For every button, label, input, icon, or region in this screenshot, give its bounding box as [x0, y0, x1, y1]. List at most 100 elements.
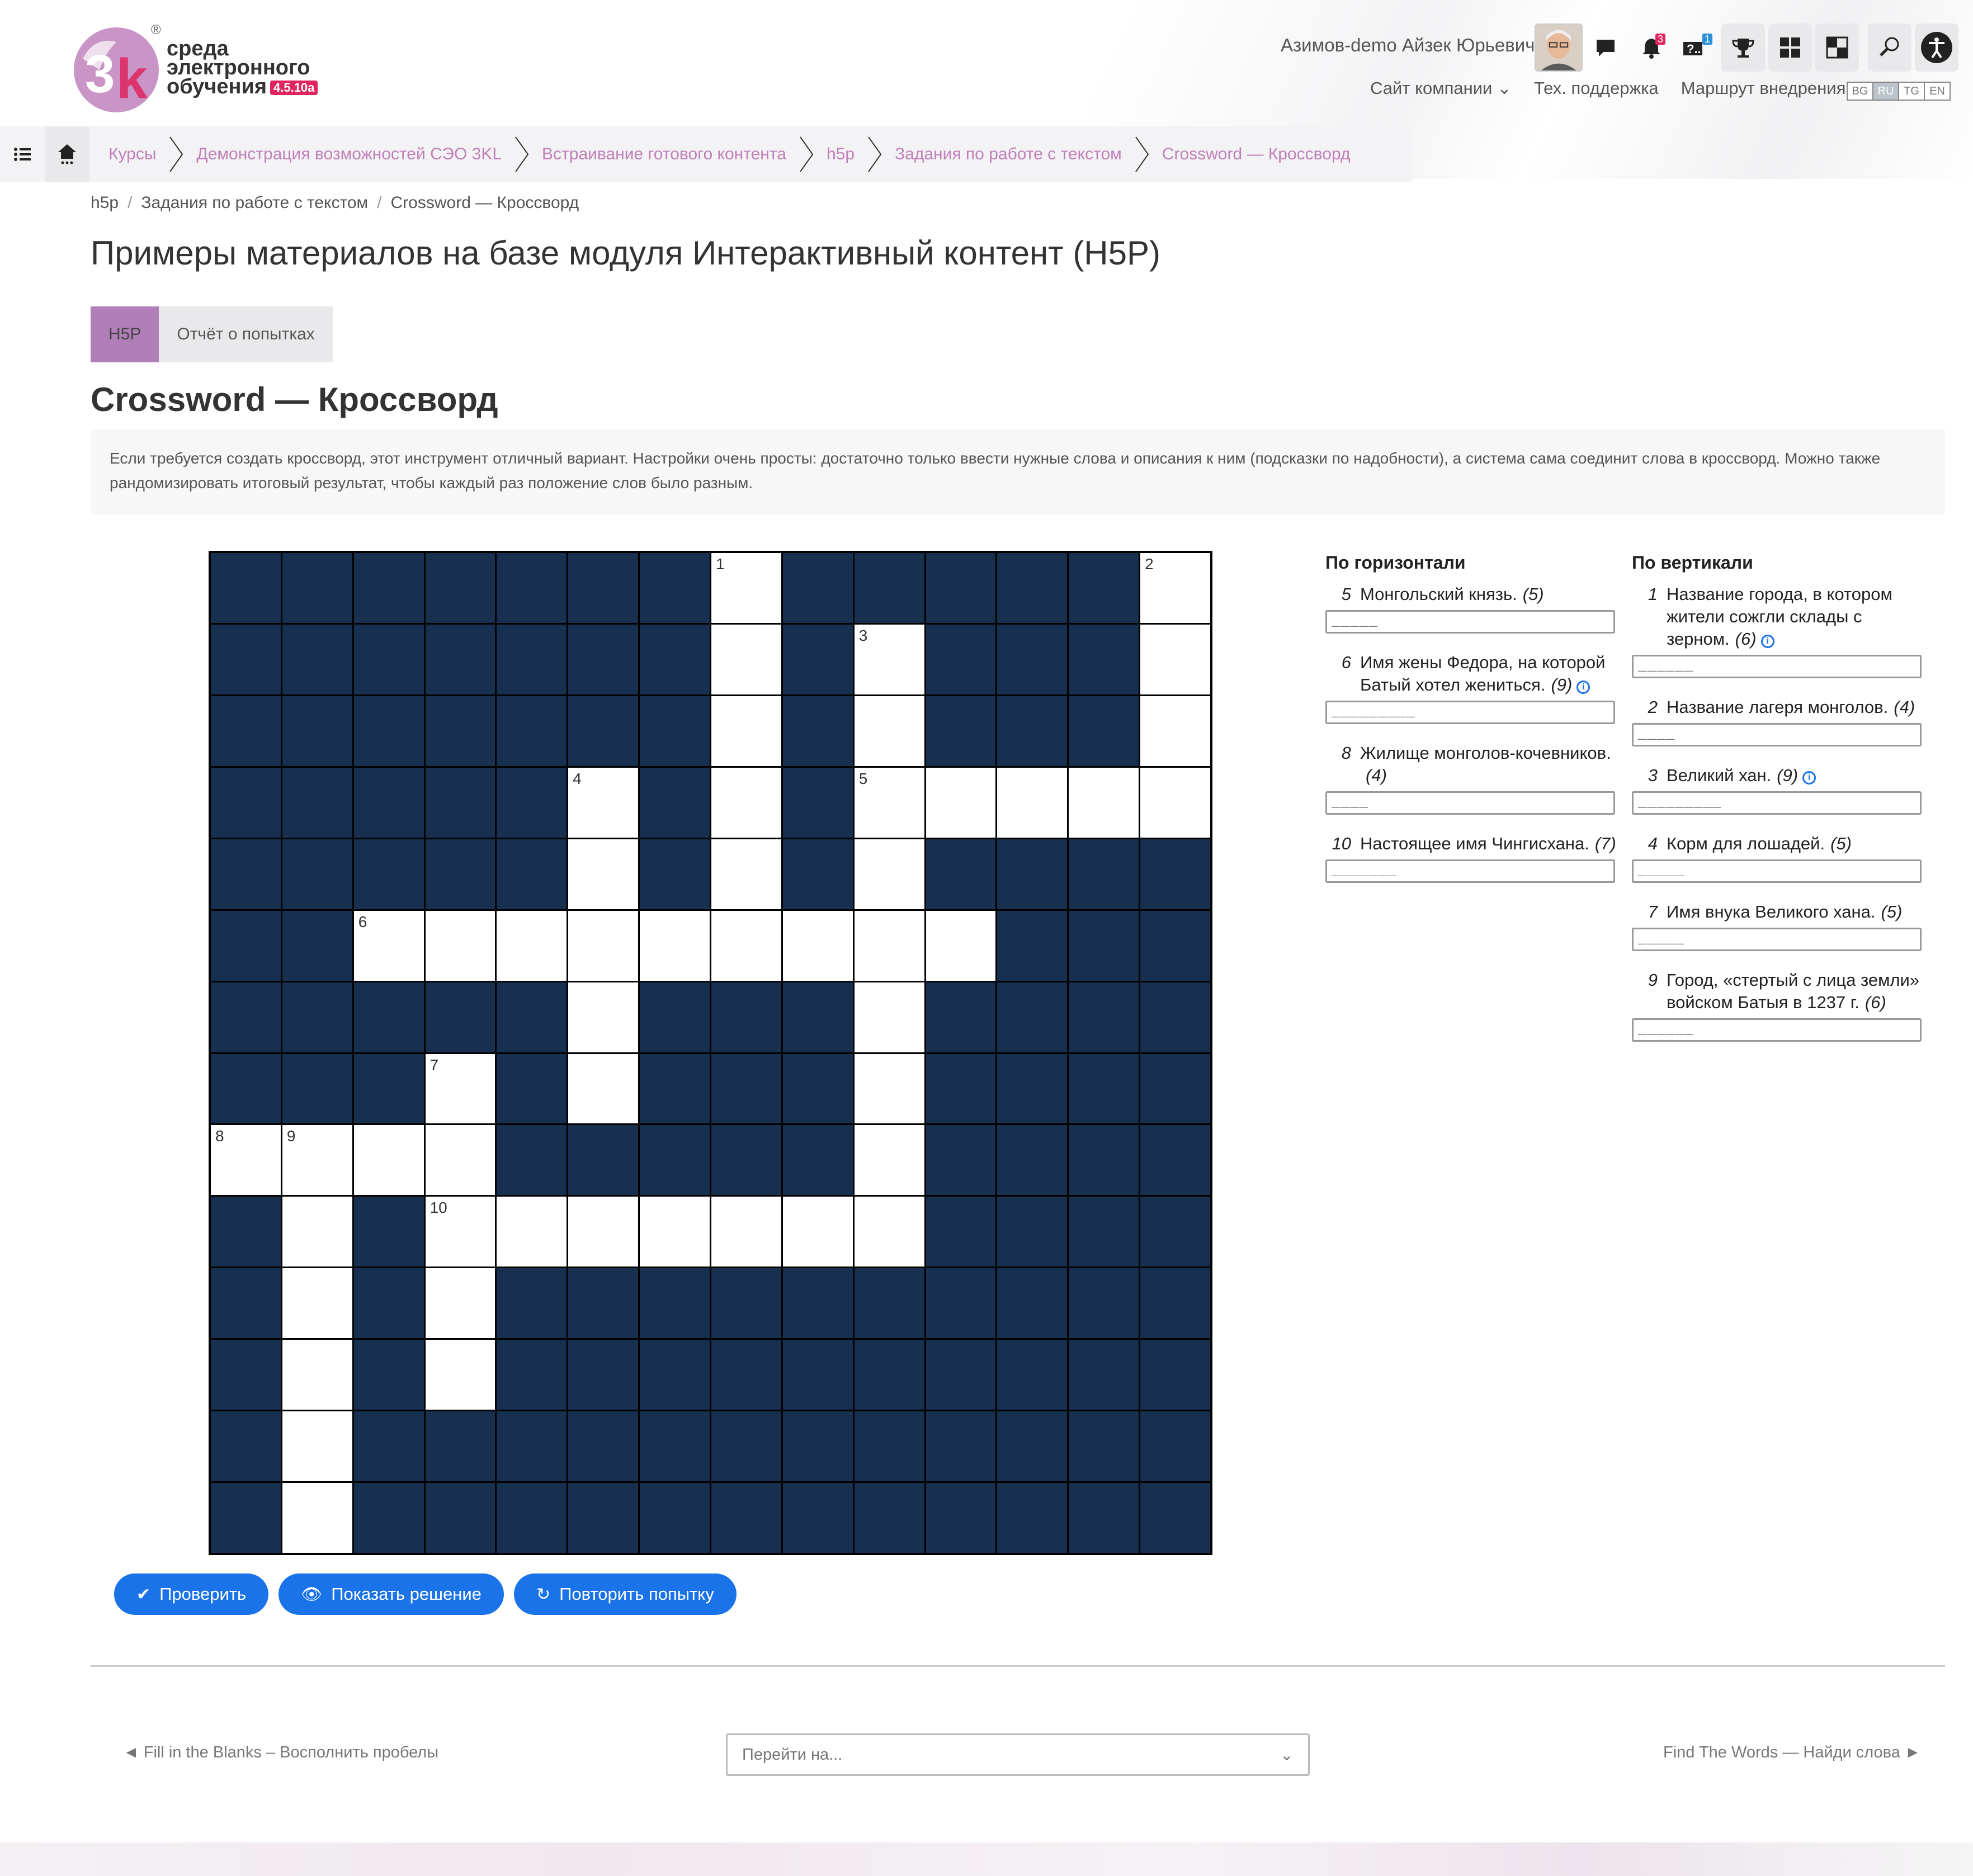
subcrumb-h5p[interactable]: h5p	[91, 193, 119, 212]
search-icon[interactable]	[1868, 23, 1911, 72]
crossword-cell[interactable]	[854, 696, 924, 766]
trophy-icon[interactable]	[1721, 23, 1765, 72]
show-solution-button[interactable]: 👁 Показать решение	[279, 1573, 504, 1615]
crossword-cell[interactable]	[854, 839, 924, 909]
retry-button[interactable]: ↻ Повторить попытку	[513, 1573, 737, 1615]
user-name[interactable]: Азимов-demo Айзек Юрьевич	[1281, 35, 1535, 56]
crossword-cell[interactable]	[711, 696, 781, 766]
tab-attempts-report[interactable]: Отчёт о попытках	[159, 306, 333, 362]
lang-en[interactable]: EN	[1924, 82, 1951, 101]
crossword-cell[interactable]: 4	[568, 767, 639, 838]
crossword-cell[interactable]	[568, 910, 639, 981]
crossword-cell[interactable]	[497, 910, 567, 981]
crossword-cell[interactable]	[568, 1197, 639, 1267]
crossword-cell[interactable]	[926, 910, 996, 981]
crossword-cell[interactable]	[282, 1197, 352, 1267]
lang-tg[interactable]: TG	[1898, 82, 1925, 101]
info-icon[interactable]: i	[1760, 635, 1774, 648]
crossword-cell[interactable]: 9	[282, 1125, 352, 1195]
crossword-cell[interactable]	[926, 767, 996, 838]
crossword-cell[interactable]	[425, 910, 495, 981]
crossword-cell[interactable]	[568, 1053, 639, 1124]
list-icon[interactable]	[0, 126, 45, 182]
clue-answer-input[interactable]: ______	[1632, 655, 1922, 678]
crossword-cell[interactable]	[782, 1197, 853, 1267]
crossword-cell[interactable]	[282, 1483, 352, 1553]
crossword-cell[interactable]	[782, 910, 853, 981]
crossword-cell[interactable]: 2	[1140, 553, 1210, 623]
crossword-cell[interactable]	[282, 1268, 352, 1339]
nav-company-site[interactable]: Сайт компании ⌄	[1370, 78, 1512, 98]
crossword-cell[interactable]	[353, 1125, 424, 1195]
crumb-text-tasks[interactable]: Задания по работе с текстом	[895, 145, 1122, 164]
info-icon[interactable]: i	[1576, 681, 1590, 694]
home-icon[interactable]	[45, 126, 89, 182]
crossword-cell[interactable]	[282, 1411, 352, 1482]
crossword-cell[interactable]	[997, 767, 1068, 838]
crossword-cell[interactable]	[568, 839, 639, 909]
crumb-courses[interactable]: Курсы	[108, 126, 156, 182]
chess-icon[interactable]	[1815, 23, 1859, 72]
crossword-cell[interactable]	[568, 982, 639, 1052]
crossword-cell[interactable]	[425, 1340, 495, 1410]
messages-icon[interactable]	[1584, 23, 1627, 72]
clue-answer-input[interactable]: ______	[1632, 1018, 1922, 1042]
crossword-cell[interactable]	[854, 1053, 924, 1124]
clue-answer-input[interactable]: _____	[1632, 928, 1922, 951]
crossword-cell[interactable]	[282, 1340, 352, 1410]
crumb-course[interactable]: Демонстрация возможностей СЭО 3KL	[196, 145, 502, 164]
crossword-cell[interactable]	[711, 767, 781, 838]
crossword-cell[interactable]: 10	[425, 1197, 495, 1267]
crossword-cell[interactable]	[1140, 624, 1210, 694]
avatar[interactable]	[1535, 23, 1583, 72]
clue-answer-input[interactable]: _____	[1325, 610, 1615, 634]
crossword-cell[interactable]: 1	[711, 553, 781, 623]
lang-bg[interactable]: BG	[1847, 82, 1873, 101]
crossword-cell[interactable]	[854, 910, 924, 981]
crossword-cell[interactable]: 7	[425, 1053, 495, 1124]
quiz-icon[interactable]: ?.. 1	[1674, 23, 1718, 72]
info-icon[interactable]: i	[1802, 771, 1816, 785]
crossword-cell[interactable]: 8	[211, 1125, 281, 1195]
clue-answer-input[interactable]: ____	[1325, 791, 1615, 815]
lang-ru[interactable]: RU	[1872, 82, 1899, 101]
accessibility-icon[interactable]	[1915, 23, 1958, 72]
crossword-cell[interactable]	[640, 1197, 710, 1267]
check-button[interactable]: ✔ Проверить	[114, 1573, 269, 1615]
crossword-cell[interactable]	[711, 1197, 781, 1267]
clue-answer-input[interactable]: ____	[1632, 723, 1922, 746]
crumb-section[interactable]: Встраивание готового контента	[542, 145, 786, 164]
notifications-icon[interactable]: 3	[1630, 23, 1673, 72]
subcrumb-text-tasks[interactable]: Задания по работе с текстом	[141, 193, 368, 212]
nav-route[interactable]: Маршрут внедрения	[1681, 78, 1846, 98]
jump-to-select[interactable]: Перейти на... ⌄	[726, 1733, 1310, 1776]
next-activity-link[interactable]: Find The Words — Найди слова ►	[1663, 1743, 1921, 1762]
crossword-cell[interactable]	[711, 839, 781, 909]
crumb-crossword[interactable]: Crossword — Кроссворд	[1162, 145, 1351, 164]
crumb-h5p[interactable]: h5p	[827, 145, 855, 164]
crossword-cell[interactable]	[1140, 696, 1210, 766]
crossword-cell[interactable]	[711, 910, 781, 981]
crossword-cell[interactable]	[640, 910, 710, 981]
clue-answer-input[interactable]: _________	[1632, 791, 1922, 815]
crossword-cell[interactable]	[1069, 767, 1139, 838]
crossword-cell[interactable]	[497, 1197, 567, 1267]
crossword-cell[interactable]	[425, 1125, 495, 1195]
crossword-cell[interactable]	[425, 1268, 495, 1339]
clue-answer-input[interactable]: _____	[1632, 859, 1922, 883]
crossword-cell[interactable]: 6	[353, 910, 424, 981]
crossword-cell[interactable]	[854, 1125, 924, 1195]
prev-activity-link[interactable]: ◄ Fill in the Blanks – Восполнить пробел…	[123, 1743, 438, 1762]
crossword-cell[interactable]	[854, 982, 924, 1052]
dashboard-icon[interactable]	[1768, 23, 1812, 72]
nav-support[interactable]: Тех. поддержка	[1534, 78, 1659, 98]
tab-h5p[interactable]: H5P	[91, 306, 159, 362]
crossword-cell[interactable]	[711, 624, 781, 694]
site-logo[interactable]: 3 k ® среда электронного обучения 4.5.10a	[72, 22, 329, 117]
crossword-cell[interactable]	[854, 1197, 924, 1267]
crossword-cell[interactable]: 5	[854, 767, 924, 838]
crossword-cell[interactable]: 3	[854, 624, 924, 694]
clue-answer-input[interactable]: _______	[1325, 859, 1615, 883]
clue-answer-input[interactable]: _________	[1325, 701, 1615, 724]
crossword-cell[interactable]	[1140, 767, 1210, 838]
